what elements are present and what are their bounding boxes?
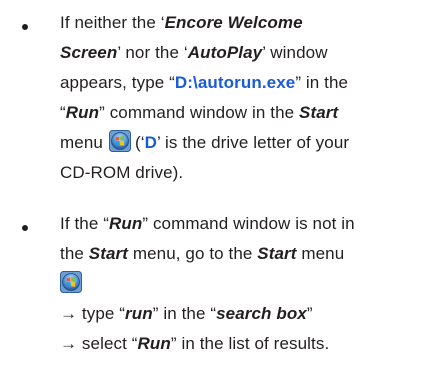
text-line: → select “Run” in the list of results. [60,334,330,353]
text-line: appears, type “D:\autorun.exe” in the [60,73,349,92]
windows-start-orb-icon [60,271,82,293]
drive-letter: D [144,133,157,152]
windows-start-orb-icon [108,130,131,152]
document-page: If neither the ‘Encore Welcome Screen’ n… [0,0,445,367]
text-line: menu (‘D’ is the drive letter of your [60,128,440,158]
text-line: CD-ROM drive). [60,163,184,182]
text-line: Screen’ nor the ‘AutoPlay’ window [60,43,328,62]
command-text: D:\autorun.exe [174,73,296,92]
text-line: the Start menu, go to the Start menu [60,244,345,263]
text-line: “Run” command window in the Start [60,103,339,122]
bullet-text-1: If neither the ‘Encore Welcome Screen’ n… [60,8,440,188]
bullet-text-2: If the “Run” command window is not in th… [60,209,440,359]
text-line: If neither the ‘Encore Welcome [60,13,303,32]
bullet-point [22,24,28,30]
bullet-point [22,225,28,231]
text-line: → type “run” in the “search box” [60,304,313,323]
text-line [60,269,440,299]
text-line: If the “Run” command window is not in [60,214,355,233]
